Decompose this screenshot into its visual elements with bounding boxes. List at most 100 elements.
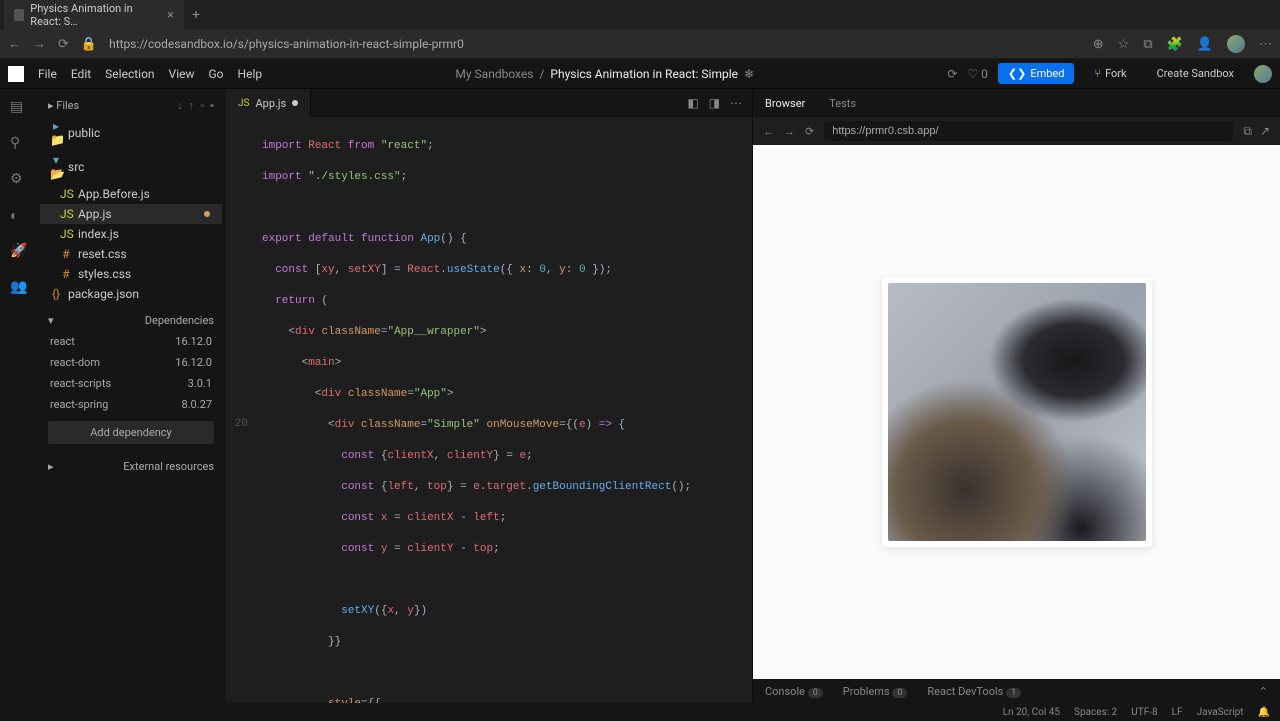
- menu-icon[interactable]: ⋯: [1259, 37, 1272, 52]
- download-icon[interactable]: ↓: [177, 99, 183, 112]
- back-icon[interactable]: ←: [8, 36, 21, 52]
- editor-tab-label: App.js: [255, 97, 286, 110]
- breadcrumb-current[interactable]: Physics Animation in React: Simple: [550, 67, 738, 81]
- close-icon[interactable]: ×: [167, 8, 174, 23]
- create-sandbox-button[interactable]: Create Sandbox: [1147, 63, 1244, 84]
- upload-icon[interactable]: ↑: [189, 99, 195, 112]
- star-icon[interactable]: ☆: [1118, 37, 1130, 52]
- devtools-tab[interactable]: React DevTools 1: [927, 685, 1021, 698]
- url-bar[interactable]: https://codesandbox.io/s/physics-animati…: [109, 37, 1081, 51]
- dep-version: 3.0.1: [188, 377, 212, 390]
- deps-header[interactable]: ▾ Dependencies: [40, 310, 222, 331]
- new-tab-button[interactable]: +: [184, 3, 208, 27]
- new-file-icon[interactable]: ▪: [210, 99, 214, 112]
- user-avatar[interactable]: [1254, 65, 1272, 83]
- reload-icon[interactable]: ⟳: [58, 37, 69, 52]
- status-eol[interactable]: LF: [1172, 707, 1183, 718]
- console-label: Console: [765, 685, 805, 698]
- browser-tab-bar: Physics Animation in React: S… × +: [0, 0, 1280, 30]
- sidebar: ▸ Files ↓ ↑ ▫ ▪ ▸📁public ▾📂src JSApp.Bef…: [36, 89, 226, 703]
- editor-area: JS App.js ◧ ◨ ⋯ 20 import React from "re…: [226, 89, 752, 703]
- console-tab[interactable]: Console 0: [765, 685, 823, 698]
- external-header-label: External resources: [123, 460, 214, 473]
- search-icon[interactable]: ⚲: [10, 135, 26, 151]
- external-header[interactable]: ▸ External resources: [40, 456, 222, 477]
- deploy-icon[interactable]: 🚀: [10, 243, 26, 259]
- new-folder-icon[interactable]: ▫: [200, 99, 204, 112]
- layout-alt-icon[interactable]: ◨: [709, 96, 720, 110]
- layout-icon[interactable]: ◧: [687, 96, 698, 110]
- editor-tab[interactable]: JS App.js: [226, 89, 311, 117]
- preview-url-input[interactable]: [824, 121, 1233, 141]
- like-button[interactable]: ♡ 0: [967, 67, 987, 81]
- breadcrumb-root[interactable]: My Sandboxes: [455, 67, 533, 81]
- editor-tab-actions: ◧ ◨ ⋯: [687, 96, 752, 110]
- menu-view[interactable]: View: [169, 67, 195, 81]
- tree-file[interactable]: JSindex.js: [40, 224, 222, 244]
- install-icon[interactable]: ⊕: [1093, 37, 1104, 52]
- tree-label: src: [68, 160, 84, 174]
- status-language[interactable]: JavaScript: [1197, 707, 1244, 718]
- forward-icon[interactable]: →: [33, 36, 46, 52]
- status-spaces[interactable]: Spaces: 2: [1074, 707, 1117, 718]
- status-bar: Ln 20, Col 45 Spaces: 2 UTF-8 LF JavaScr…: [0, 703, 1280, 721]
- tree-file[interactable]: #reset.css: [40, 244, 222, 264]
- files-header-label: Files: [56, 99, 79, 112]
- extensions-icon[interactable]: 🧩: [1167, 37, 1183, 52]
- menu-selection[interactable]: Selection: [105, 67, 154, 81]
- menu-file[interactable]: File: [38, 67, 57, 81]
- github-icon[interactable]: ◐: [10, 207, 26, 223]
- status-encoding[interactable]: UTF-8: [1131, 707, 1157, 718]
- browser-tab[interactable]: Physics Animation in React: S… ×: [4, 0, 184, 34]
- profile-avatar[interactable]: [1227, 35, 1245, 53]
- like-count: 0: [981, 67, 988, 81]
- code-editor[interactable]: 20 import React from "react"; import "./…: [226, 117, 752, 703]
- settings-icon[interactable]: ⚙: [10, 171, 26, 187]
- editor-tabs: JS App.js ◧ ◨ ⋯: [226, 89, 752, 117]
- tree-folder-src[interactable]: ▾📂src: [40, 150, 222, 184]
- console-badge: 0: [808, 688, 823, 698]
- add-dependency-button[interactable]: Add dependency: [48, 421, 214, 444]
- tree-label: package.json: [68, 287, 139, 301]
- dep-row[interactable]: react16.12.0: [40, 331, 222, 352]
- preview-reload-icon[interactable]: ⟳: [805, 125, 814, 138]
- dep-row[interactable]: react-spring8.0.27: [40, 394, 222, 415]
- menu-edit[interactable]: Edit: [71, 67, 91, 81]
- dep-row[interactable]: react-dom16.12.0: [40, 352, 222, 373]
- gutter-line-number: 20: [226, 417, 248, 433]
- preview-tab-browser[interactable]: Browser: [765, 97, 805, 110]
- devtools-badge: 1: [1006, 688, 1021, 698]
- more-icon[interactable]: ⋯: [730, 96, 742, 110]
- preview-body[interactable]: [753, 145, 1280, 679]
- preview-forward-icon[interactable]: →: [784, 125, 795, 138]
- preview-tab-tests[interactable]: Tests: [829, 97, 856, 110]
- preview-open-icon[interactable]: ↗: [1260, 124, 1270, 139]
- problems-tab[interactable]: Problems 0: [843, 685, 908, 698]
- collections-icon[interactable]: ⧉: [1143, 37, 1152, 52]
- status-position[interactable]: Ln 20, Col 45: [1003, 707, 1060, 718]
- codesandbox-logo-icon[interactable]: [8, 66, 24, 82]
- tree-folder-public[interactable]: ▸📁public: [40, 116, 222, 150]
- status-bell-icon[interactable]: 🔔: [1258, 707, 1270, 718]
- menubar-left: File Edit Selection View Go Help: [8, 66, 262, 82]
- reload-sandbox-icon[interactable]: ⟳: [947, 67, 957, 81]
- chevron-up-icon[interactable]: ⌃: [1259, 685, 1268, 698]
- person-icon[interactable]: 👤: [1197, 37, 1213, 52]
- menu-go[interactable]: Go: [209, 67, 224, 81]
- tree-file[interactable]: JSApp.Before.js: [40, 184, 222, 204]
- dep-row[interactable]: react-scripts3.0.1: [40, 373, 222, 394]
- unsaved-dot-icon: [292, 100, 298, 106]
- explorer-icon[interactable]: ▤: [10, 99, 26, 115]
- menu-help[interactable]: Help: [238, 67, 263, 81]
- tree-file[interactable]: {}package.json: [40, 284, 222, 304]
- problems-label: Problems: [843, 685, 890, 698]
- preview-back-icon[interactable]: ←: [763, 125, 774, 138]
- code-body[interactable]: import React from "react"; import "./sty…: [256, 117, 752, 703]
- preview-image[interactable]: [888, 283, 1146, 541]
- tree-file-active[interactable]: JSApp.js: [40, 204, 222, 224]
- preview-new-window-icon[interactable]: ⧉: [1243, 124, 1252, 139]
- embed-button[interactable]: ❮❯ Embed: [998, 63, 1075, 84]
- live-icon[interactable]: 👥: [10, 279, 26, 295]
- fork-button[interactable]: ⑂ Fork: [1084, 63, 1136, 84]
- tree-file[interactable]: #styles.css: [40, 264, 222, 284]
